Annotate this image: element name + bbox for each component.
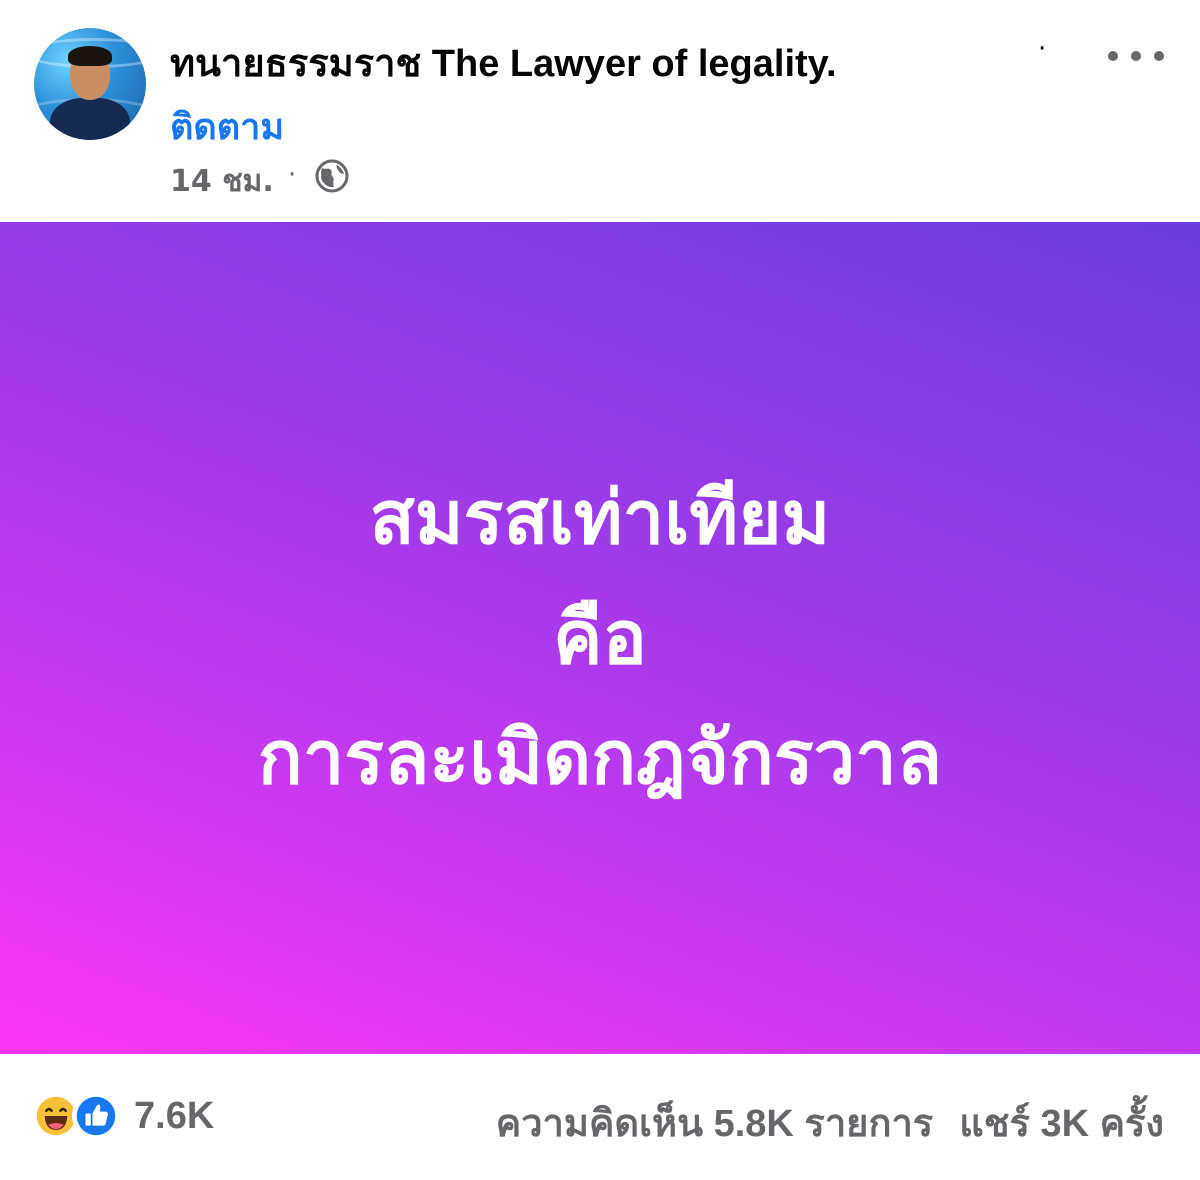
more-dot xyxy=(1154,51,1164,61)
name-separator-dot: · xyxy=(1038,34,1047,64)
like-icon xyxy=(72,1092,120,1140)
share-count-link[interactable]: แชร์ 3K ครั้ง xyxy=(959,1103,1164,1145)
reactions-summary[interactable]: 7.6K xyxy=(32,1088,214,1144)
post-card: ทนายธรรมราช The Lawyer of legality. · ติ… xyxy=(0,0,1200,1180)
post-timestamp[interactable]: 14 ชม. xyxy=(170,158,274,205)
more-options-icon[interactable] xyxy=(1108,36,1164,76)
post-footer: 7.6K ความคิดเห็น 5.8K รายการ แชร์ 3K ครั้… xyxy=(0,1054,1200,1180)
avatar-body xyxy=(50,98,130,140)
reaction-count: 7.6K xyxy=(134,1094,215,1137)
author-name[interactable]: ทนายธรรมราช The Lawyer of legality. xyxy=(170,32,837,93)
globe-icon[interactable] xyxy=(314,158,350,194)
comment-count-link[interactable]: ความคิดเห็น 5.8K รายการ xyxy=(496,1103,933,1145)
meta-separator-dot: · xyxy=(288,160,297,190)
follow-button[interactable]: ติดตาม xyxy=(170,98,284,155)
engagement-stats: ความคิดเห็น 5.8K รายการ แชร์ 3K ครั้ง xyxy=(496,1092,1164,1153)
post-text-background[interactable]: สมรสเท่าเทียม คือ การละเมิดกฎจักรวาล xyxy=(0,222,1200,1054)
avatar-hair xyxy=(68,46,112,66)
post-text-line: คือ xyxy=(553,596,647,679)
author-avatar[interactable] xyxy=(34,28,146,140)
more-dot xyxy=(1108,51,1118,61)
post-header: ทนายธรรมราช The Lawyer of legality. · ติ… xyxy=(0,0,1200,222)
post-text-line: การละเมิดกฎจักรวาล xyxy=(257,716,943,799)
post-text-line: สมรสเท่าเทียม xyxy=(369,476,831,559)
more-dot xyxy=(1131,51,1141,61)
